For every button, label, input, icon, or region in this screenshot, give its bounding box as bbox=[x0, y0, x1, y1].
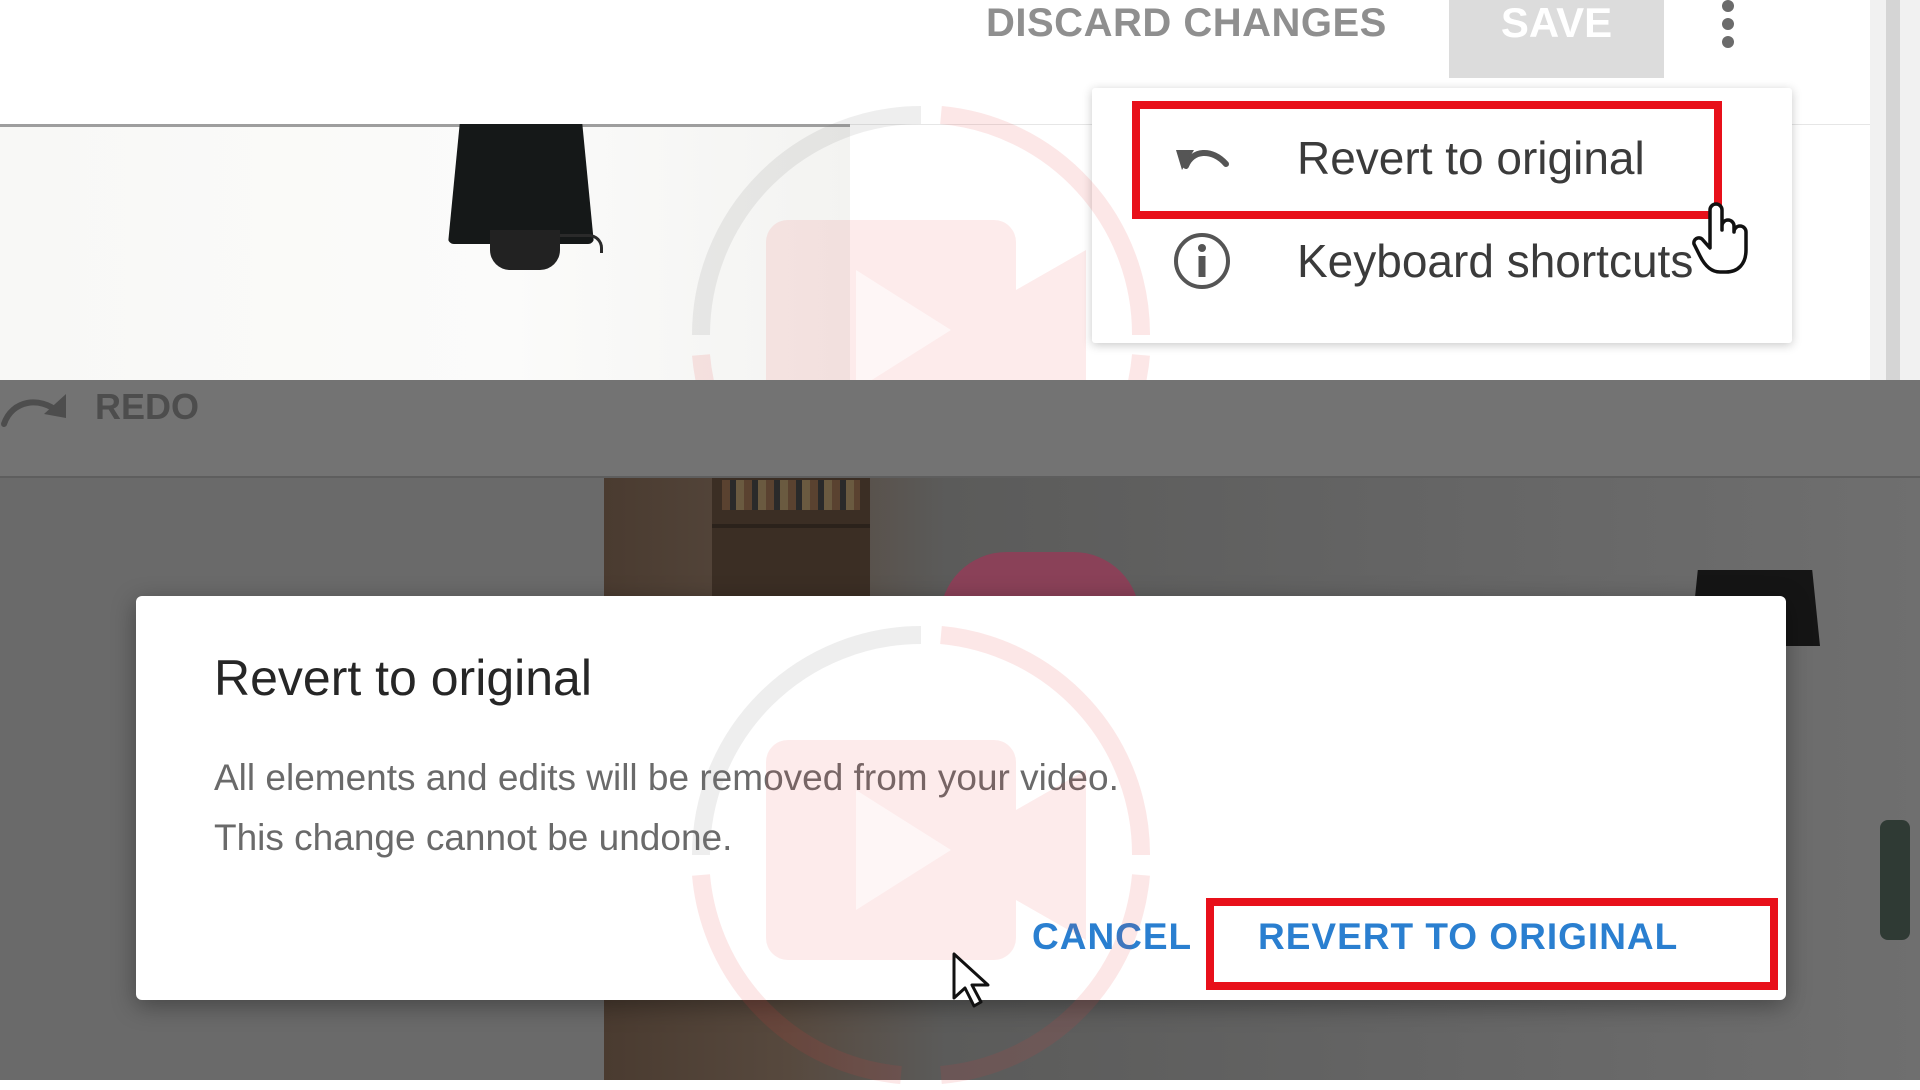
lamp-base bbox=[490, 230, 560, 270]
wall-object bbox=[1880, 820, 1910, 940]
highlight-box-menu bbox=[1132, 101, 1722, 219]
redo-icon[interactable] bbox=[0, 386, 70, 432]
more-options-icon[interactable] bbox=[1714, 0, 1742, 50]
editor-toolbar: REDO bbox=[0, 380, 1920, 476]
redo-button[interactable]: REDO bbox=[95, 382, 199, 432]
books bbox=[722, 480, 860, 510]
dialog-message: All elements and edits will be removed f… bbox=[214, 748, 1119, 868]
info-icon bbox=[1174, 233, 1230, 289]
lamp-shade bbox=[448, 124, 594, 244]
menu-item-keyboard-shortcuts[interactable]: Keyboard shortcuts bbox=[1092, 213, 1792, 309]
video-preview-top bbox=[0, 127, 850, 380]
save-button[interactable]: SAVE bbox=[1449, 0, 1664, 78]
hand-pointer-cursor-icon bbox=[1692, 202, 1748, 274]
discard-changes-button[interactable]: DISCARD CHANGES bbox=[970, 0, 1403, 46]
menu-item-label: Keyboard shortcuts bbox=[1297, 235, 1694, 287]
dialog-message-line-1: All elements and edits will be removed f… bbox=[214, 757, 1119, 798]
highlight-box-dialog bbox=[1206, 898, 1778, 990]
editor-header-panel: DISCARD CHANGES SAVE Revert to original … bbox=[0, 0, 1920, 380]
right-edge-scrollbar[interactable] bbox=[1886, 0, 1900, 380]
cancel-button[interactable]: CANCEL bbox=[1032, 913, 1192, 961]
dialog-title: Revert to original bbox=[214, 650, 592, 706]
shelf-board bbox=[712, 524, 870, 528]
lamp-arm bbox=[560, 234, 603, 253]
arrow-cursor-icon bbox=[952, 952, 990, 1008]
dialog-message-line-2: This change cannot be undone. bbox=[214, 817, 733, 858]
